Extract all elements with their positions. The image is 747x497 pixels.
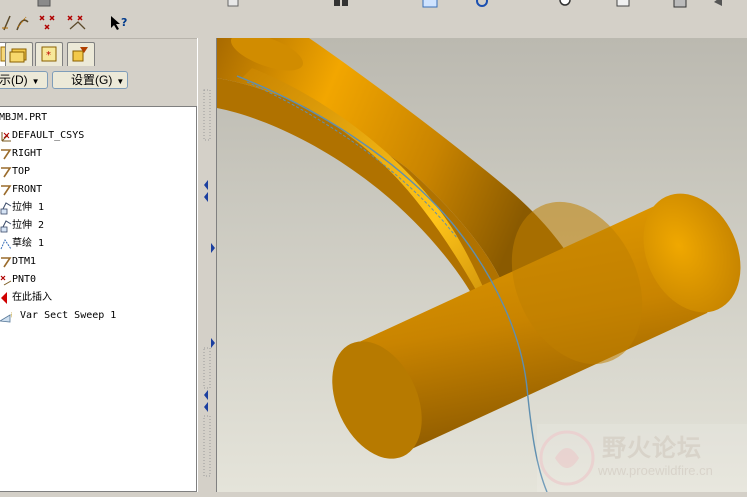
splitter-grips [203, 89, 215, 477]
show-menu[interactable]: 示(D) ▼ [0, 71, 48, 89]
tree-item-part[interactable]: MBJM.PRT [0, 109, 195, 127]
svg-text:※: ※ [10, 311, 12, 321]
tree-item-label: 草绘 1 [12, 238, 45, 249]
main-toolbar: ? [0, 0, 747, 39]
tree-item-extrude-2[interactable]: 拉伸 2 [0, 217, 195, 235]
sweep-icon: ※ [0, 311, 12, 323]
tab-favorites[interactable]: * [35, 42, 63, 66]
spin-icon[interactable] [472, 0, 494, 10]
tree-item-label: FRONT [12, 184, 43, 195]
tree-item-top[interactable]: TOP [0, 163, 195, 181]
regenerate-icon[interactable] [330, 0, 352, 10]
extrude-icon [0, 202, 12, 215]
copy-icon[interactable] [224, 0, 246, 10]
pane-splitter[interactable] [197, 38, 217, 492]
tree-item-sketch-1[interactable]: 草绘 1 [0, 235, 195, 253]
next-icon[interactable] [710, 0, 732, 10]
tree-item-default-csys[interactable]: DEFAULT_CSYS [0, 127, 195, 145]
folder-icon [9, 48, 27, 63]
connections-icon [72, 47, 88, 62]
tree-item-var-sect-sweep-1[interactable]: ※ Var Sect Sweep 1 [0, 307, 195, 325]
view-orient-icon[interactable] [420, 0, 442, 10]
datum-plane-icon [1, 185, 12, 196]
csys-icon [1, 132, 11, 142]
tree-item-extrude-1[interactable]: 拉伸 1 [0, 199, 195, 217]
zoom-icon[interactable] [556, 0, 578, 10]
tab-connections[interactable] [67, 42, 95, 66]
settings-menu-label: 设置(G) [71, 73, 113, 87]
tree-item-label: 拉伸 1 [12, 202, 45, 213]
tree-item-pnt0[interactable]: PNT0 [0, 271, 195, 289]
tree-item-label: DEFAULT_CSYS [12, 130, 85, 141]
tab-folder-browser[interactable] [5, 42, 33, 66]
tree-menus: 示(D) ▼ 设置(G) ▼ [0, 69, 200, 91]
datum-plane-icon [1, 257, 12, 268]
watermark-url: www.proewildfire.cn [598, 463, 713, 478]
favorites-icon: * [41, 46, 57, 62]
datum-point-icon[interactable] [38, 14, 60, 32]
saved-views-icon[interactable] [614, 0, 636, 10]
model-display-icon[interactable] [670, 0, 692, 10]
insert-here-icon [1, 292, 7, 304]
datum-plane-icon [1, 167, 12, 178]
show-menu-label: 示(D) [0, 73, 28, 87]
tree-item-label: RIGHT [12, 148, 43, 159]
tree-item-insert-here[interactable]: 在此插入 [0, 289, 195, 307]
settings-menu[interactable]: 设置(G) ▼ [52, 71, 128, 89]
tree-item-right[interactable]: RIGHT [0, 145, 195, 163]
tree-item-label: DTM1 [12, 256, 37, 267]
datum-plane-icon [1, 149, 12, 160]
navigator-tabs: * [0, 40, 200, 68]
svg-text:?: ? [121, 16, 127, 29]
tree-item-dtm1[interactable]: DTM1 [0, 253, 195, 271]
tree-item-label: 拉伸 2 [12, 220, 45, 231]
chevron-down-icon: ▼ [116, 77, 125, 86]
watermark-name: 野火论坛 [602, 434, 702, 462]
tree-item-front[interactable]: FRONT [0, 181, 195, 199]
tree-item-label: 在此插入 [12, 292, 52, 303]
extrude-icon [0, 220, 12, 233]
context-help-icon[interactable]: ? [108, 14, 130, 32]
tree-item-label: PNT0 [12, 274, 37, 285]
chevron-down-icon: ▼ [31, 77, 40, 86]
tree-item-label: Var Sect Sweep 1 [20, 310, 117, 321]
csys-icon[interactable] [66, 14, 88, 32]
datum-curve-icon[interactable] [14, 14, 36, 32]
model-tree: MBJM.PRT DEFAULT_CSYS RIGHT TOP FRONT 拉伸… [0, 106, 197, 492]
datum-point-icon [0, 275, 12, 286]
save-icon[interactable] [34, 0, 56, 10]
sketch-icon [0, 238, 12, 250]
tree-item-label: TOP [12, 166, 31, 177]
svg-text:*: * [46, 50, 51, 61]
tree-item-label: MBJM.PRT [0, 112, 48, 123]
